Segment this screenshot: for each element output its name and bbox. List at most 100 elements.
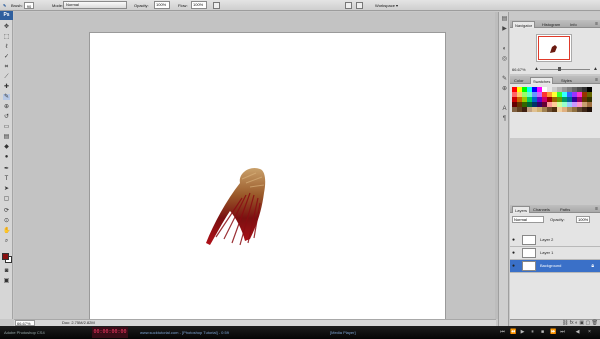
layers-footer-buttons[interactable]: ⛓ fx ◐ ▣ ▢ 🗑︎ [510, 319, 600, 326]
rewind-button-icon[interactable]: ⏪ [510, 330, 516, 335]
panel-menu-icon[interactable]: ≡ [595, 77, 598, 83]
tab-histogram[interactable]: Histogram [540, 21, 562, 28]
quick-select-tool-icon[interactable]: ✓ [3, 54, 10, 60]
blend-mode-dropdown[interactable]: Normal [512, 216, 544, 223]
clone-tool-icon[interactable]: ⊕ [3, 104, 10, 110]
stop-button-icon[interactable]: ■ [540, 330, 545, 335]
workspace-menu[interactable]: Workspace ▾ [375, 2, 398, 9]
zoom-out-icon[interactable]: ▲ [534, 66, 539, 72]
tab-info[interactable]: Info [568, 21, 579, 28]
ps-logo[interactable]: Ps [0, 11, 13, 20]
next-button-icon[interactable]: ⏭ [560, 330, 565, 335]
panel-menu-icon[interactable]: ≡ [595, 21, 598, 27]
flow-field[interactable]: 100% [191, 1, 207, 9]
layer-name[interactable]: Layer 2 [540, 237, 553, 243]
history-brush-tool-icon[interactable]: ↺ [3, 114, 10, 120]
panel-menu-icon[interactable]: ≡ [595, 206, 598, 212]
actions-panel-icon[interactable]: ▶ [501, 26, 508, 33]
lock-icon: 🔒︎ [591, 263, 594, 269]
clone-source-panel-icon[interactable]: ⊕ [501, 86, 508, 93]
brushes-panel-dock-icon[interactable]: ✎ [501, 76, 508, 83]
prev-button-icon[interactable]: ⏮ [500, 330, 505, 335]
tab-styles[interactable]: Styles [559, 77, 574, 84]
character-panel-icon[interactable]: A [501, 106, 508, 113]
lasso-tool-icon[interactable]: ℓ [3, 44, 10, 50]
navigator-zoom-knob[interactable] [558, 67, 561, 71]
path-select-tool-icon[interactable]: ➤ [3, 186, 10, 192]
eraser-tool-icon[interactable]: ▭ [3, 124, 10, 130]
mode-dropdown[interactable]: Normal [63, 1, 127, 9]
brushes-panel-icon[interactable] [345, 2, 352, 9]
hair-artwork [206, 167, 266, 246]
tab-swatches[interactable]: Swatches [530, 77, 554, 84]
pen-tool-icon[interactable]: ✒ [3, 166, 10, 172]
brush-tool-icon[interactable]: ✎ [3, 2, 6, 9]
tab-layers[interactable]: Layers [512, 206, 531, 213]
tools-panel: ✥ ⬚ ℓ ✓ ⌗ ⟋ ✚ ✎ ⊕ ↺ ▭ ▤ ◆ ● ✒ T ➤ ▢ ⟳ ⊙ … [0, 20, 13, 319]
panels-column: Navigator Histogram Info ≡ 66.67% ▲ ▲ Co… [510, 12, 600, 326]
brush-tool-icon-active[interactable]: ✎ [3, 94, 10, 100]
navigator-zoom-slider[interactable] [540, 69, 590, 70]
quick-mask-icon[interactable]: ◙ [3, 268, 10, 274]
shape-tool-icon[interactable]: ▢ [3, 196, 10, 202]
close-icon[interactable]: × [587, 330, 592, 335]
blur-tool-icon[interactable]: ◆ [3, 144, 10, 150]
document-window [14, 12, 496, 323]
tab-channels[interactable]: Channels [531, 206, 552, 213]
zoom-in-icon[interactable]: ▲ [593, 66, 598, 72]
brush-size-picker[interactable]: 90 [24, 2, 34, 9]
opacity-field[interactable]: 100% [154, 1, 170, 9]
tab-navigator[interactable]: Navigator [512, 21, 536, 28]
navigator-zoom-value[interactable]: 66.67% [512, 67, 526, 72]
swatches-grid [512, 87, 592, 112]
navigator-thumbnail[interactable] [536, 34, 572, 62]
forward-button-icon[interactable]: ⏩ [550, 330, 556, 335]
navigator-tab-bar: Navigator Histogram Info ≡ [510, 20, 600, 28]
layers-tab-bar: Layers Channels Paths ≡ [510, 205, 600, 213]
adjustments-panel-icon[interactable]: ◐ [501, 46, 508, 53]
swatches-tab-bar: Color Swatches Styles ≡ [510, 76, 600, 84]
layer-name[interactable]: Background [540, 263, 561, 269]
paragraph-panel-icon[interactable]: ¶ [501, 116, 508, 123]
dodge-tool-icon[interactable]: ● [3, 154, 10, 160]
eyedropper-tool-icon[interactable]: ⟋ [3, 74, 10, 80]
screen-mode-tool-icon[interactable]: ▣ [3, 278, 10, 284]
taskbar-left-text: Adobe Photoshop CS4 [4, 330, 45, 335]
layer-thumbnail [522, 248, 536, 258]
pause-button-icon[interactable]: ⏸ [530, 330, 535, 335]
airbrush-toggle-icon[interactable] [213, 2, 220, 9]
masks-panel-icon[interactable]: ◎ [501, 56, 508, 63]
color-swatch[interactable] [587, 107, 592, 112]
visibility-eye-icon[interactable]: ● [512, 237, 517, 243]
layer-thumbnail [522, 261, 536, 271]
status-bar: 66.67% Doc: 2.75M/2.82M [14, 319, 496, 326]
canvas[interactable] [89, 32, 446, 323]
volume-icon[interactable]: ◀ [575, 330, 580, 335]
photoshop-window: ✎ Brush: 90 Mode: Normal Opacity: 100% F… [0, 0, 600, 339]
screen-mode-icon[interactable] [356, 2, 363, 9]
layer-opacity-field[interactable]: 100% [576, 216, 590, 223]
tab-color[interactable]: Color [512, 77, 526, 84]
zoom-tool-icon[interactable]: ⌕ [3, 238, 10, 244]
gradient-tool-icon[interactable]: ▤ [3, 134, 10, 140]
3d-rotate-tool-icon[interactable]: ⟳ [3, 208, 10, 214]
layer-name[interactable]: Layer 1 [540, 250, 553, 256]
move-tool-icon[interactable]: ✥ [3, 24, 10, 30]
foreground-color-swatch[interactable] [2, 253, 9, 260]
media-taskbar: Adobe Photoshop CS4 00:00:00:00 www.suck… [0, 326, 600, 339]
visibility-eye-icon[interactable]: ● [512, 263, 517, 269]
history-panel-icon[interactable]: ▤ [501, 16, 508, 23]
healing-tool-icon[interactable]: ✚ [3, 84, 10, 90]
opacity-label: Opacity: [134, 3, 149, 8]
type-tool-icon[interactable]: T [3, 176, 10, 182]
visibility-eye-icon[interactable]: ● [512, 250, 517, 256]
crop-tool-icon[interactable]: ⌗ [3, 64, 10, 70]
layer-row[interactable]: ● Layer 2 [510, 234, 600, 247]
layer-row-selected[interactable]: ● Background 🔒︎ [510, 260, 600, 273]
layer-row[interactable]: ● Layer 1 [510, 247, 600, 260]
hand-tool-icon[interactable]: ✋ [3, 228, 10, 234]
tab-paths[interactable]: Paths [558, 206, 572, 213]
marquee-tool-icon[interactable]: ⬚ [3, 34, 10, 40]
play-button-icon[interactable]: ▶ [520, 330, 525, 335]
3d-orbit-tool-icon[interactable]: ⊙ [3, 218, 10, 224]
